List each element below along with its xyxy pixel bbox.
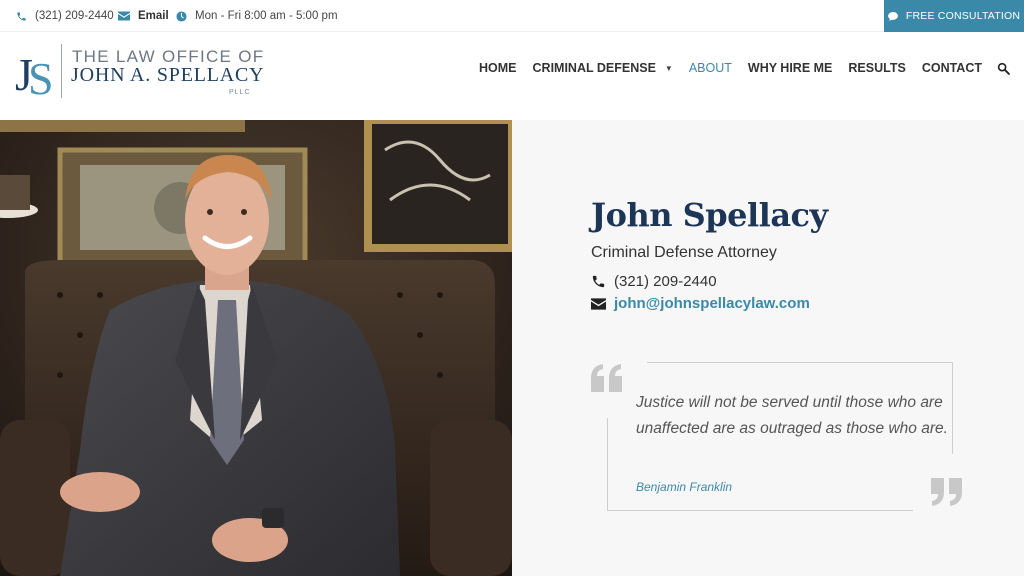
nav-item-label: HOME — [479, 61, 517, 75]
close-quote-icon — [931, 478, 962, 506]
site-header: J S THE LAW OFFICE OF JOHN A. SPELLACY P… — [0, 32, 1024, 120]
nav-item-home[interactable]: HOME — [479, 61, 517, 75]
site-logo[interactable]: J S THE LAW OFFICE OF JOHN A. SPELLACY P… — [14, 42, 264, 102]
free-consultation-label: FREE CONSULTATION — [905, 10, 1021, 22]
nav-item-label: ABOUT — [688, 61, 732, 75]
profile-email-text: john@johnspellacylaw.com — [614, 295, 810, 312]
nav-item-label: CONTACT — [921, 61, 982, 75]
profile-phone-text: (321) 209-2440 — [614, 273, 717, 290]
topbar-hours-text: Mon - Fri 8:00 am - 5:00 pm — [195, 10, 338, 22]
nav-item-label: WHY HIRE ME — [747, 61, 833, 75]
chat-bubble-icon — [887, 11, 898, 21]
topbar-email-link[interactable]: Email — [118, 0, 169, 32]
envelope-icon — [591, 297, 606, 310]
quote-border — [607, 510, 913, 511]
nav-item-label: CRIMINAL DEFENSE — [532, 61, 656, 75]
open-quote-icon — [591, 364, 622, 392]
top-bar: (321) 209-2440 Email Mon - Fri 8:00 am -… — [0, 0, 1024, 32]
topbar-email-label: Email — [138, 10, 169, 22]
profile-phone[interactable]: (321) 209-2440 — [591, 273, 717, 290]
nav-item-why-hire-me[interactable]: WHY HIRE ME — [748, 61, 833, 75]
attorney-portrait — [0, 120, 512, 576]
nav-item-contact[interactable]: CONTACT — [922, 61, 982, 75]
main-nav: HOME CRIMINAL DEFENSE ▼ ABOUT WHY HIRE ME… — [463, 32, 1010, 104]
nav-item-about[interactable]: ABOUT — [689, 61, 732, 75]
envelope-icon — [118, 11, 130, 21]
nav-item-criminal-defense[interactable]: CRIMINAL DEFENSE ▼ — [533, 61, 673, 75]
attorney-title: Criminal Defense Attorney — [591, 244, 777, 261]
attorney-portrait-image — [0, 120, 512, 576]
topbar-hours: Mon - Fri 8:00 am - 5:00 pm — [176, 0, 338, 32]
nav-item-label: RESULTS — [848, 61, 906, 75]
free-consultation-button[interactable]: FREE CONSULTATION — [884, 0, 1024, 32]
quote-border — [952, 362, 953, 454]
search-button[interactable] — [997, 62, 1010, 75]
logo-line-2: JOHN A. SPELLACY — [71, 64, 265, 86]
clock-icon — [176, 10, 187, 22]
caret-down-icon: ▼ — [664, 63, 673, 73]
quote-text: Justice will not be served until those w… — [636, 394, 948, 437]
profile-email-link[interactable]: john@johnspellacylaw.com — [591, 295, 810, 312]
nav-item-results[interactable]: RESULTS — [848, 61, 905, 75]
topbar-phone-text: (321) 209-2440 — [35, 10, 114, 22]
profile-panel: John Spellacy Criminal Defense Attorney … — [512, 120, 1024, 576]
svg-text:S: S — [28, 53, 54, 100]
quote-border — [647, 362, 953, 363]
attorney-name: John Spellacy — [591, 196, 828, 234]
quote-border — [607, 418, 608, 511]
search-icon — [997, 62, 1010, 75]
topbar-phone[interactable]: (321) 209-2440 — [16, 0, 114, 32]
logo-divider — [61, 44, 62, 98]
phone-icon — [592, 275, 605, 288]
quote-author: Benjamin Franklin — [636, 480, 733, 494]
logo-line-3: PLLC — [229, 89, 251, 96]
phone-icon — [17, 11, 26, 21]
quote-block: Justice will not be served until those w… — [591, 362, 962, 511]
monogram-logo: J S — [15, 49, 54, 100]
